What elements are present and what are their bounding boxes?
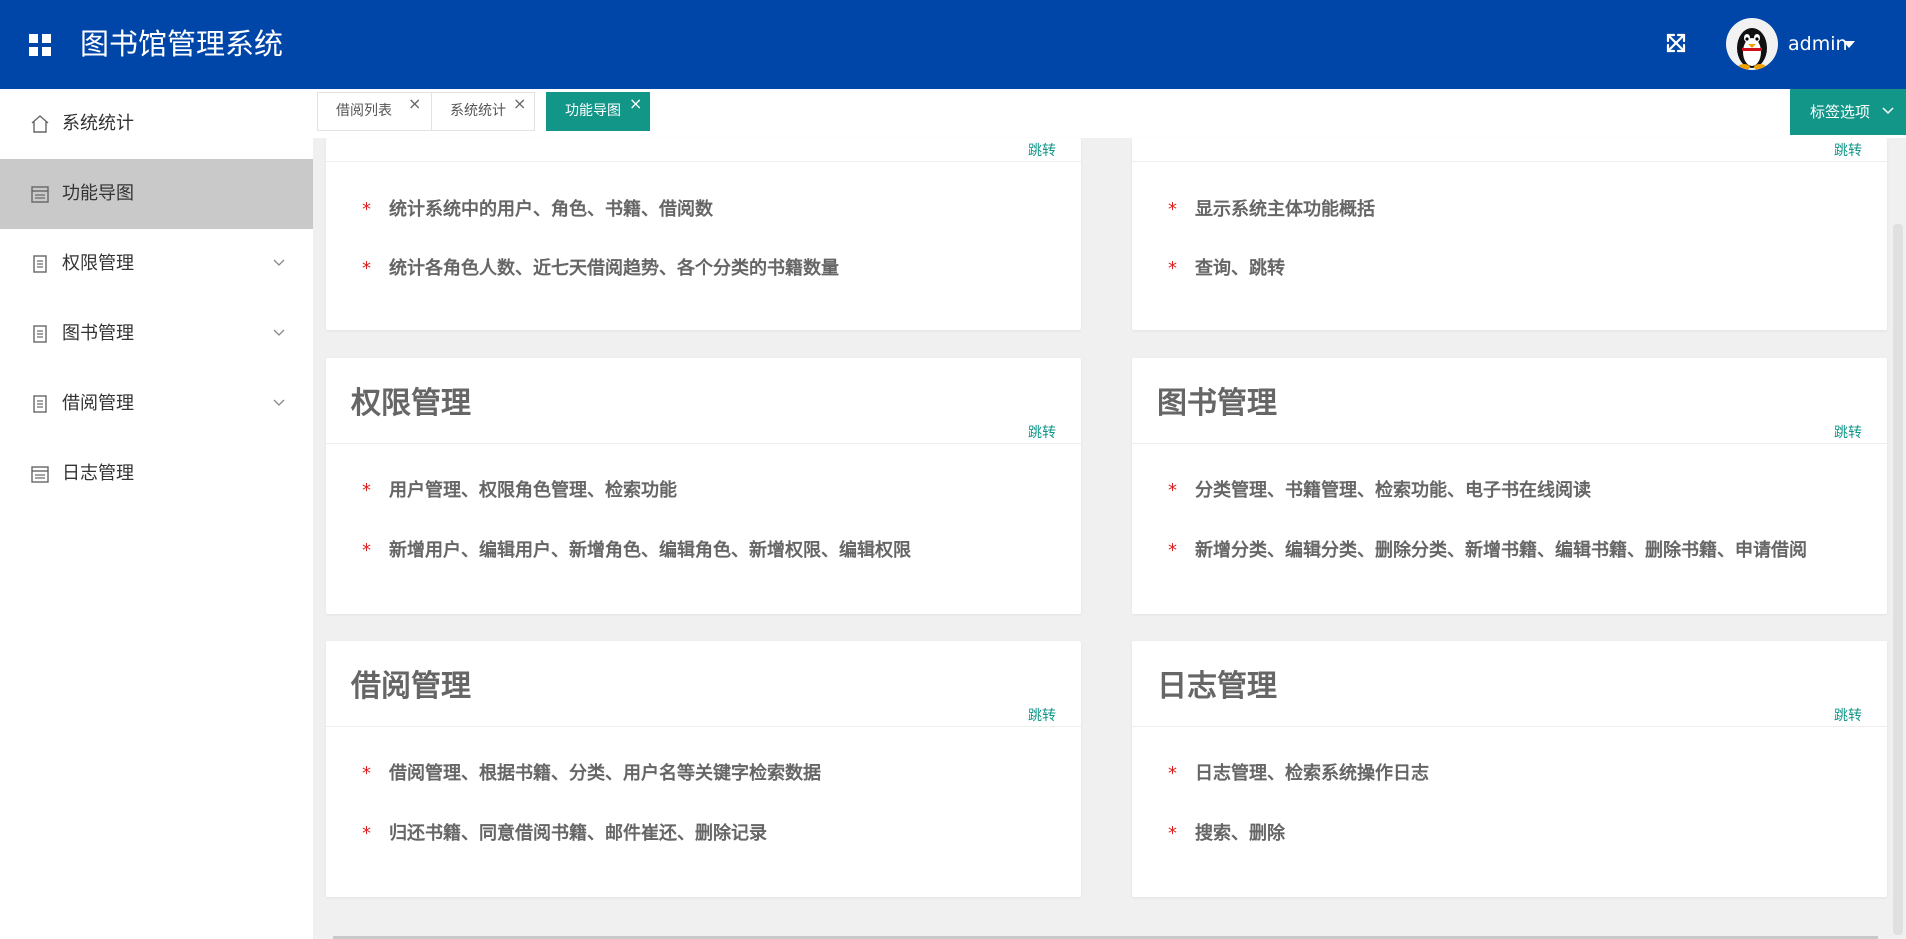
jump-link[interactable]: 跳转: [1834, 424, 1862, 442]
star-icon: *: [362, 540, 371, 561]
sidebar-item-books[interactable]: 图书管理: [0, 299, 313, 369]
star-icon: *: [362, 480, 371, 501]
card-title: 权限管理: [351, 386, 471, 421]
card-divider: [326, 726, 1081, 727]
caret-down-icon[interactable]: [1843, 41, 1855, 48]
sidebar-item-label: 权限管理: [62, 253, 134, 274]
card-bullet: * 统计各角色人数、近七天借阅趋势、各个分类的书籍数量: [362, 258, 839, 279]
sidebar-item-logs[interactable]: 日志管理: [0, 439, 313, 509]
sidebar-item-label: 日志管理: [62, 463, 134, 484]
sidebar-item-stats[interactable]: 系统统计: [0, 89, 313, 159]
sidebar-item-permission[interactable]: 权限管理: [0, 229, 313, 299]
penguin-avatar-icon: [1737, 28, 1767, 70]
sidebar-item-label: 功能导图: [62, 183, 134, 204]
top-header: 图书馆管理系统 admin: [0, 0, 1906, 89]
card-bullet: * 归还书籍、同意借阅书籍、邮件崔还、删除记录: [362, 823, 767, 844]
tab-label: 功能导图: [565, 103, 621, 119]
card-logs: 日志管理 跳转 * 日志管理、检索系统操作日志 * 搜索、删除: [1132, 641, 1887, 897]
card-title: 借阅管理: [351, 669, 471, 704]
user-name[interactable]: admin: [1788, 31, 1848, 57]
close-icon[interactable]: ×: [629, 93, 642, 115]
calendar-icon: [31, 466, 49, 483]
tab-function-map[interactable]: 功能导图 ×: [546, 92, 650, 131]
home-icon: [31, 115, 49, 133]
grid-icon[interactable]: [29, 34, 51, 56]
close-icon[interactable]: ×: [408, 93, 421, 115]
card-borrow: 借阅管理 跳转 * 借阅管理、根据书籍、分类、用户名等关键字检索数据 * 归还书籍、…: [326, 641, 1081, 897]
jump-link[interactable]: 跳转: [1834, 142, 1862, 160]
card-bullet: * 分类管理、书籍管理、检索功能、电子书在线阅读: [1168, 480, 1591, 501]
sidebar-item-borrow[interactable]: 借阅管理: [0, 369, 313, 439]
card-bullet: * 用户管理、权限角色管理、检索功能: [362, 480, 677, 501]
star-icon: *: [362, 763, 371, 784]
sidebar-item-label: 图书管理: [62, 323, 134, 344]
star-icon: *: [1168, 763, 1177, 784]
calendar-icon: [31, 186, 49, 203]
sidebar-item-label: 借阅管理: [62, 393, 134, 414]
card-divider: [1132, 161, 1887, 162]
star-icon: *: [1168, 823, 1177, 844]
sidebar: 系统统计 功能导图 权限管理 图书管理 借阅管理 日志管理: [0, 89, 313, 939]
card-function-map: 跳转 * 显示系统主体功能概括 * 查询、跳转: [1132, 138, 1887, 330]
scrollbar-thumb[interactable]: [1893, 224, 1903, 935]
sidebar-item-label: 系统统计: [62, 113, 134, 134]
document-icon: [33, 325, 47, 343]
chevron-down-icon: [273, 259, 285, 266]
card-bullet: * 统计系统中的用户、角色、书籍、借阅数: [362, 199, 713, 220]
card-bullet: * 新增分类、编辑分类、删除分类、新增书籍、编辑书籍、删除书籍、申请借阅: [1168, 540, 1807, 561]
jump-link[interactable]: 跳转: [1028, 707, 1056, 725]
card-divider: [1132, 443, 1887, 444]
sidebar-item-function-map[interactable]: 功能导图: [0, 159, 313, 229]
tab-label: 系统统计: [450, 103, 506, 119]
star-icon: *: [1168, 540, 1177, 561]
card-divider: [1132, 726, 1887, 727]
tab-options-button[interactable]: 标签选项: [1790, 89, 1906, 135]
app-title: 图书馆管理系统: [80, 27, 284, 61]
jump-link[interactable]: 跳转: [1834, 707, 1862, 725]
star-icon: *: [362, 823, 371, 844]
card-bullet: * 搜索、删除: [1168, 823, 1285, 844]
tab-system-stats[interactable]: 系统统计 ×: [431, 92, 535, 131]
card-system-stats: 跳转 * 统计系统中的用户、角色、书籍、借阅数 * 统计各角色人数、近七天借阅趋势、…: [326, 138, 1081, 330]
card-divider: [326, 443, 1081, 444]
fullscreen-icon[interactable]: [1665, 32, 1687, 54]
jump-link[interactable]: 跳转: [1028, 424, 1056, 442]
star-icon: *: [362, 258, 371, 279]
card-books: 图书管理 跳转 * 分类管理、书籍管理、检索功能、电子书在线阅读 * 新增分类、编辑…: [1132, 358, 1887, 614]
star-icon: *: [1168, 480, 1177, 501]
document-icon: [33, 255, 47, 273]
document-icon: [33, 395, 47, 413]
chevron-down-icon: [273, 399, 285, 406]
star-icon: *: [1168, 258, 1177, 279]
card-bullet: * 新增用户、编辑用户、新增角色、编辑角色、新增权限、编辑权限: [362, 540, 911, 561]
jump-link[interactable]: 跳转: [1028, 142, 1056, 160]
card-bullet: * 显示系统主体功能概括: [1168, 199, 1375, 220]
card-permission: 权限管理 跳转 * 用户管理、权限角色管理、检索功能 * 新增用户、编辑用户、新增角…: [326, 358, 1081, 614]
star-icon: *: [362, 199, 371, 220]
chevron-down-icon: [273, 329, 285, 336]
tab-bar: 借阅列表 × 系统统计 × 功能导图 ×: [313, 89, 1906, 138]
star-icon: *: [1168, 199, 1177, 220]
tab-options-label: 标签选项: [1810, 103, 1871, 121]
card-divider: [326, 161, 1081, 162]
tab-borrow-list[interactable]: 借阅列表 ×: [317, 92, 433, 131]
card-title: 日志管理: [1157, 669, 1277, 704]
card-bullet: * 日志管理、检索系统操作日志: [1168, 763, 1429, 784]
avatar[interactable]: [1726, 18, 1778, 70]
close-icon[interactable]: ×: [513, 93, 526, 115]
card-title: 图书管理: [1157, 386, 1277, 421]
card-bullet: * 查询、跳转: [1168, 258, 1285, 279]
tab-label: 借阅列表: [336, 103, 392, 119]
chevron-down-icon: [1882, 107, 1894, 115]
card-bullet: * 借阅管理、根据书籍、分类、用户名等关键字检索数据: [362, 763, 821, 784]
